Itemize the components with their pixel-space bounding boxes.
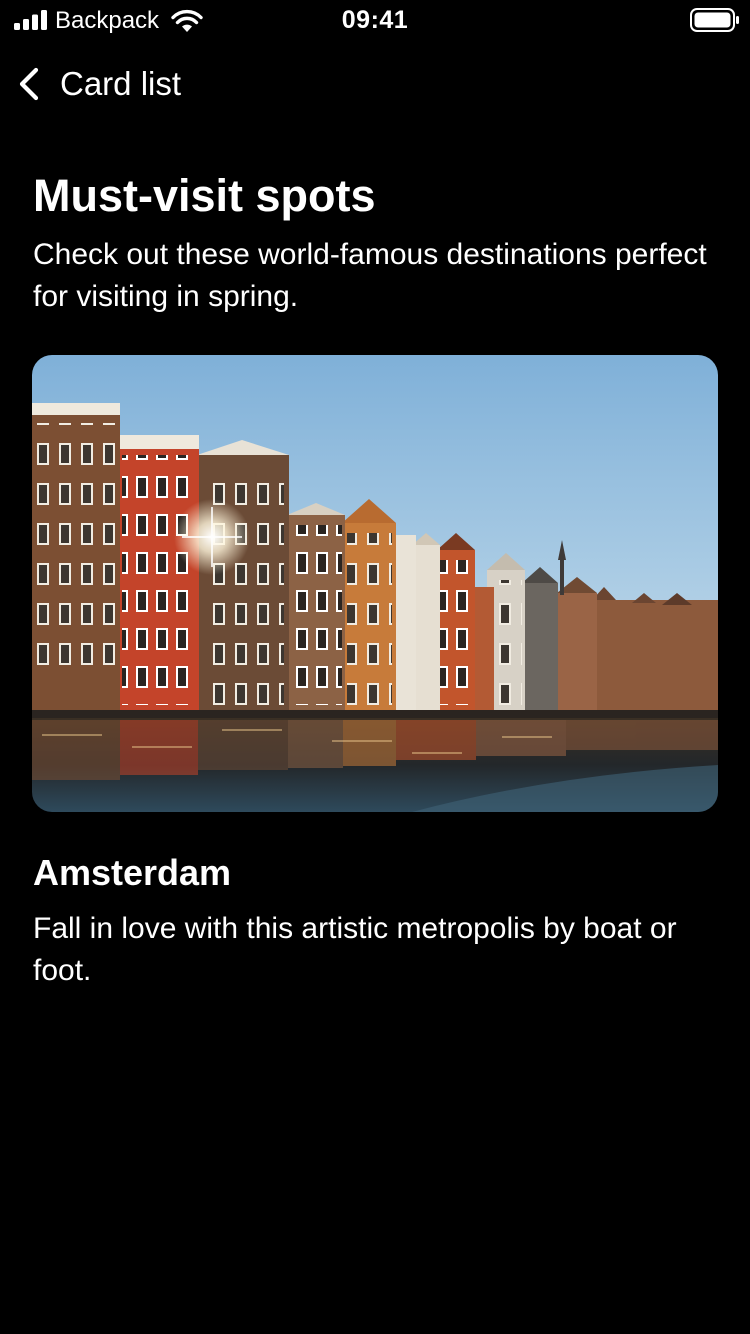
canal-houses-photo: [32, 355, 718, 812]
card-description: Fall in love with this artistic metropol…: [33, 912, 677, 987]
page-title: Must-visit spots: [33, 170, 376, 221]
back-button-label: Card list: [60, 65, 182, 102]
chevron-left-icon: [19, 67, 39, 101]
status-time: 09:41: [341, 6, 409, 34]
card-image[interactable]: [32, 355, 718, 812]
page-subtitle: Check out these world-famous destination…: [33, 238, 707, 313]
status-bar: Backpack 09:41: [0, 0, 750, 42]
card-title: Amsterdam: [33, 852, 232, 893]
navigation-bar: Card list: [0, 54, 750, 114]
battery-icon: [690, 8, 739, 32]
back-button[interactable]: Card list: [12, 58, 191, 110]
